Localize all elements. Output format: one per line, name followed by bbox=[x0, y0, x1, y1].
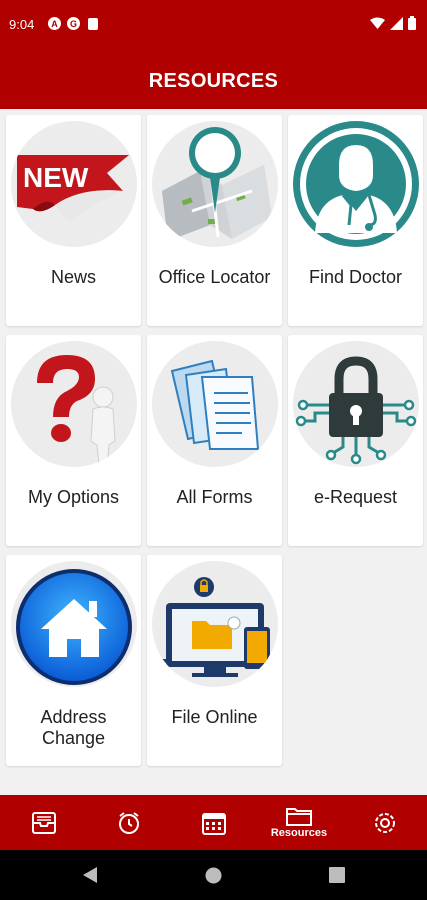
bottom-nav: Resources bbox=[0, 795, 427, 850]
news-icon: NEW bbox=[11, 121, 137, 247]
nav-item-settings[interactable] bbox=[365, 795, 405, 850]
battery-icon bbox=[408, 16, 416, 30]
tile-label-line1: Address bbox=[40, 707, 107, 727]
tile-office-locator[interactable]: Office Locator bbox=[147, 115, 282, 326]
status-bar: 9:04 A G bbox=[0, 0, 427, 52]
nav-item-calendar[interactable] bbox=[194, 795, 234, 850]
tile-label: My Options bbox=[27, 487, 120, 507]
computer-files-icon bbox=[152, 561, 278, 687]
tile-label-line2: Change bbox=[41, 728, 106, 748]
tile-label: All Forms bbox=[176, 487, 253, 507]
home-button-icon[interactable] bbox=[205, 867, 222, 884]
settings-icon bbox=[375, 812, 395, 833]
calendar-icon bbox=[202, 812, 226, 835]
doctor-icon bbox=[293, 121, 419, 247]
tile-label: File Online bbox=[171, 707, 258, 727]
page-title: RESOURCES bbox=[148, 70, 279, 92]
home-icon bbox=[11, 561, 137, 687]
app-header: RESOURCES bbox=[0, 52, 427, 109]
padlock-circuit-icon bbox=[293, 341, 419, 467]
clipboard-icon bbox=[88, 18, 98, 30]
tile-label: Find Doctor bbox=[308, 267, 403, 287]
news-badge-text: NEW bbox=[23, 162, 89, 193]
tile-e-request[interactable]: e-Request bbox=[288, 335, 423, 546]
status-right-icons bbox=[370, 16, 416, 30]
tile-label: e-Request bbox=[313, 487, 398, 507]
tile-label: Address Change bbox=[6, 707, 141, 749]
status-left-icons: A G bbox=[48, 17, 98, 30]
tile-my-options[interactable]: My Options bbox=[6, 335, 141, 546]
tile-file-online[interactable]: File Online bbox=[147, 555, 282, 766]
wifi-icon bbox=[370, 17, 385, 29]
recents-icon[interactable] bbox=[329, 867, 345, 883]
tile-address-change[interactable]: Address Change bbox=[6, 555, 141, 766]
a-icon: A bbox=[48, 17, 61, 30]
tile-find-doctor[interactable]: Find Doctor bbox=[288, 115, 423, 326]
nav-item-inbox[interactable] bbox=[24, 795, 64, 850]
tile-news[interactable]: NEW News bbox=[6, 115, 141, 326]
nav-item-alarm[interactable] bbox=[109, 795, 149, 850]
documents-icon bbox=[152, 341, 278, 467]
tile-label: Office Locator bbox=[158, 267, 271, 287]
nav-item-resources[interactable]: Resources bbox=[264, 795, 334, 850]
folder-icon bbox=[286, 808, 312, 826]
status-time: 9:04 bbox=[9, 17, 35, 32]
question-mark-icon bbox=[11, 341, 137, 467]
back-icon[interactable] bbox=[81, 865, 99, 885]
alarm-clock-icon bbox=[119, 811, 139, 834]
g-icon: G bbox=[67, 17, 80, 30]
tile-all-forms[interactable]: All Forms bbox=[147, 335, 282, 546]
signal-icon bbox=[390, 16, 403, 30]
map-pin-icon bbox=[152, 121, 278, 247]
tile-label: News bbox=[50, 267, 96, 287]
nav-label-resources: Resources bbox=[270, 827, 328, 839]
system-nav-bar bbox=[0, 850, 427, 900]
inbox-icon bbox=[32, 811, 56, 834]
